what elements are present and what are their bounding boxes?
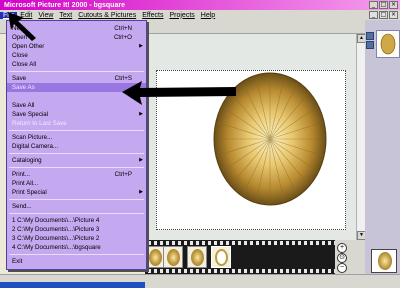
side-panel-thumbnail[interactable]: [376, 30, 400, 58]
menu-item-print-all[interactable]: Print All...: [7, 179, 146, 188]
zoom-tools: + ⊙ −: [335, 240, 365, 274]
menu-item-shortcut: Ctrl+O: [113, 34, 132, 41]
app-window: Microsoft Picture It! 2000 - bgsquare _ …: [0, 0, 400, 288]
zoom-in-icon[interactable]: +: [337, 243, 347, 253]
menu-cutouts-pictures[interactable]: Cutouts & Pictures: [75, 12, 139, 19]
menu-item-label: Save All: [12, 102, 35, 109]
menu-item-open-other[interactable]: Open Other ▶: [7, 42, 146, 51]
close-button[interactable]: ×: [389, 1, 398, 9]
menu-item-save-special[interactable]: Save Special ▶: [7, 110, 146, 119]
filmstrip: [145, 240, 335, 274]
zoom-out-icon[interactable]: −: [337, 263, 347, 273]
vertical-scrollbar[interactable]: ▲ ▼: [356, 34, 366, 240]
pointer-arrow-icon: [122, 81, 236, 105]
menu-item-exit[interactable]: Exit: [7, 257, 146, 266]
menu-effects[interactable]: Effects: [139, 12, 166, 19]
menu-item-label: Save Special: [12, 111, 49, 118]
menu-item-label: Digital Camera...: [12, 143, 59, 150]
doc-close-button[interactable]: ×: [389, 11, 398, 19]
menu-separator: [9, 153, 144, 154]
menu-separator: [9, 199, 144, 200]
menu-item-shortcut: Ctrl+N: [114, 25, 132, 32]
film-thumb-icon[interactable]: [187, 246, 207, 268]
menu-item-4-c-my-documents-bgsquare[interactable]: 4 C:\My Documents\...\bgsquare: [7, 243, 146, 252]
film-thumb-icon[interactable]: [211, 246, 231, 268]
window-controls: _ □ ×: [369, 1, 398, 9]
menu-item-close-all[interactable]: Close All: [7, 60, 146, 69]
menu-item-label: Open Other: [12, 43, 45, 50]
menu-item-label: Save As: [12, 84, 35, 91]
menu-item-scan-picture[interactable]: Scan Picture...: [7, 133, 146, 142]
menu-item-label: 4 C:\My Documents\...\bgsquare: [12, 244, 101, 251]
menu-item-print[interactable]: Print... Ctrl+P: [7, 170, 146, 179]
menu-item-cataloging[interactable]: Cataloging ▶: [7, 156, 146, 165]
menu-item-label: Send...: [12, 203, 32, 210]
film-thumb-icon[interactable]: [145, 246, 165, 268]
menu-item-label: Print...: [12, 171, 30, 178]
pointer-arrow-icon: [8, 12, 36, 41]
minimize-button[interactable]: _: [369, 1, 378, 9]
menu-separator: [9, 254, 144, 255]
menu-item-digital-camera[interactable]: Digital Camera...: [7, 142, 146, 151]
menu-item-label: Return to Last Save: [12, 120, 67, 127]
film-thumb-icon[interactable]: [163, 246, 183, 268]
menu-item-label: 3 C:\My Documents\...\Picture 2: [12, 235, 100, 242]
submenu-arrow-icon: ▶: [139, 111, 143, 117]
taskbar-strip: [0, 282, 145, 288]
doc-minimize-button[interactable]: _: [369, 11, 378, 19]
menu-item-label: Print Special: [12, 189, 47, 196]
menu-item-label: Scan Picture...: [12, 134, 53, 141]
doc-restore-button[interactable]: □: [379, 11, 388, 19]
menu-item-1-c-my-documents-picture-4[interactable]: 1 C:\My Documents\...\Picture 4: [7, 216, 146, 225]
menu-item-2-c-my-documents-picture-3[interactable]: 2 C:\My Documents\...\Picture 3: [7, 225, 146, 234]
menu-help[interactable]: Help: [198, 12, 218, 19]
submenu-arrow-icon: ▶: [139, 43, 143, 49]
menu-item-label: 1 C:\My Documents\...\Picture 4: [12, 217, 100, 224]
menu-item-close[interactable]: Close: [7, 51, 146, 60]
menu-bar: FileEditViewTextCutouts & PicturesEffect…: [0, 10, 400, 20]
menu-projects[interactable]: Projects: [166, 12, 197, 19]
tool-icon[interactable]: [366, 41, 374, 49]
menu-item-label: Save: [12, 75, 27, 82]
menu-text[interactable]: Text: [56, 12, 75, 19]
title-bar: Microsoft Picture It! 2000 - bgsquare _ …: [0, 0, 400, 10]
menu-item-return-to-last-save: Return to Last Save: [7, 119, 146, 128]
menu-item-label: Print All...: [12, 180, 39, 187]
menu-item-print-special[interactable]: Print Special ▶: [7, 188, 146, 197]
menu-item-label: Close: [12, 52, 28, 59]
submenu-arrow-icon: ▶: [139, 157, 143, 163]
tool-icon[interactable]: [366, 32, 374, 40]
menu-separator: [9, 167, 144, 168]
menu-separator: [9, 130, 144, 131]
menu-item-label: Cataloging: [12, 157, 42, 164]
menu-item-3-c-my-documents-picture-2[interactable]: 3 C:\My Documents\...\Picture 2: [7, 234, 146, 243]
submenu-arrow-icon: ▶: [139, 189, 143, 195]
gold-oval-thumbnail-icon: [380, 33, 396, 55]
menu-separator: [9, 71, 144, 72]
menu-separator: [9, 213, 144, 214]
menu-item-shortcut: Ctrl+P: [114, 171, 132, 178]
file-menu-dropdown: New Ctrl+N Open Ctrl+O Open Other ▶ Close Close…: [6, 20, 147, 270]
document-window-controls: _ □ ×: [369, 11, 398, 19]
preview-thumbnail: [371, 249, 397, 273]
menu-item-send[interactable]: Send...: [7, 202, 146, 211]
maximize-button[interactable]: □: [379, 1, 388, 9]
zoom-fit-icon[interactable]: ⊙: [337, 253, 347, 263]
menu-item-label: Exit: [12, 258, 23, 265]
menu-item-label: Close All: [12, 61, 37, 68]
menu-item-label: 2 C:\My Documents\...\Picture 3: [12, 226, 100, 233]
side-panel-tools: [366, 32, 375, 50]
